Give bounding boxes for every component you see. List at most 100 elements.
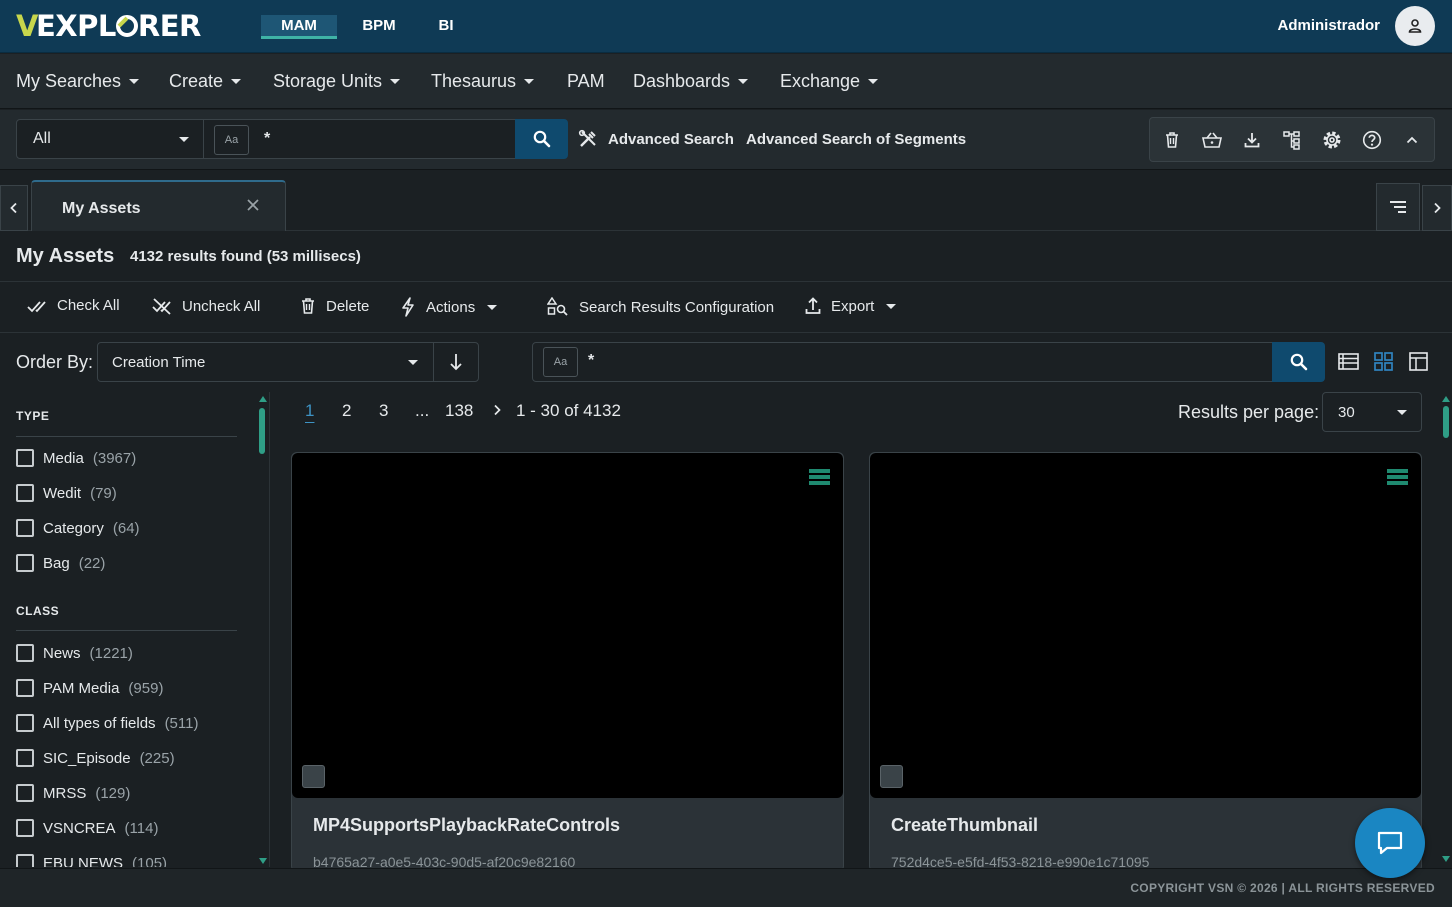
search-scope-value: All xyxy=(33,130,51,147)
search-scope-select[interactable]: All xyxy=(16,119,204,159)
check-all-button[interactable]: Check All xyxy=(27,297,120,314)
caret-down-icon xyxy=(886,303,897,309)
sidebar-scrollbar[interactable] xyxy=(258,394,267,866)
asset-title[interactable]: MP4SupportsPlaybackRateControls xyxy=(313,815,620,836)
arrow-down-icon xyxy=(450,354,462,371)
checkbox[interactable] xyxy=(16,484,34,502)
order-by-select[interactable]: Creation Time xyxy=(97,342,434,382)
asset-title[interactable]: CreateThumbnail xyxy=(891,815,1038,836)
user-name[interactable]: Administrador xyxy=(1277,17,1380,34)
facet-item[interactable]: SIC_Episode (225) xyxy=(16,749,175,767)
uncheck-all-button[interactable]: Uncheck All xyxy=(152,297,260,315)
facet-item[interactable]: News (1221) xyxy=(16,644,133,662)
case-sensitive-toggle[interactable]: Aa xyxy=(543,347,578,377)
facet-item[interactable]: Category (64) xyxy=(16,519,140,537)
hierarchy-icon[interactable] xyxy=(1280,128,1304,152)
checkbox[interactable] xyxy=(16,449,34,467)
page-link-1[interactable]: 1 xyxy=(305,401,314,421)
chevron-up-icon[interactable] xyxy=(1400,128,1424,152)
case-sensitive-toggle[interactable]: Aa xyxy=(214,125,249,155)
delete-button[interactable]: Delete xyxy=(300,297,369,315)
facet-item[interactable]: Media (3967) xyxy=(16,449,136,467)
search-button[interactable] xyxy=(515,119,568,159)
nav-pam[interactable]: PAM xyxy=(567,71,605,92)
advanced-search-segments-link[interactable]: Advanced Search of Segments xyxy=(746,131,966,148)
checkbox[interactable] xyxy=(16,644,34,662)
page-link-3[interactable]: 3 xyxy=(379,401,388,421)
nav-label: Storage Units xyxy=(273,71,383,91)
facet-item[interactable]: MRSS (129) xyxy=(16,784,130,802)
scroll-down-icon[interactable] xyxy=(259,858,267,864)
facet-item[interactable]: PAM Media (959) xyxy=(16,679,163,697)
next-page-icon[interactable] xyxy=(492,404,502,416)
asset-thumbnail[interactable] xyxy=(870,453,1421,798)
asset-thumbnail[interactable] xyxy=(292,453,843,798)
vexplorer-logo[interactable]: V EXPL RER xyxy=(16,9,201,43)
results-per-page-select[interactable]: 30 xyxy=(1322,392,1422,432)
download-icon[interactable] xyxy=(1240,128,1264,152)
chat-button[interactable] xyxy=(1355,808,1425,878)
grid-view-icon[interactable] xyxy=(1372,350,1394,372)
results-scrollbar[interactable] xyxy=(1441,394,1450,866)
delete-label: Delete xyxy=(326,297,370,315)
scrollbar-thumb[interactable] xyxy=(1443,406,1449,438)
tabs-scroll-left[interactable] xyxy=(0,185,28,231)
card-select-checkbox[interactable] xyxy=(880,765,903,788)
facet-count: (1221) xyxy=(89,644,133,662)
page-link-last[interactable]: 138 xyxy=(445,401,473,421)
facet-item[interactable]: All types of fields (511) xyxy=(16,714,198,732)
results-filter-input[interactable]: Aa * xyxy=(532,342,1273,382)
uncheck-all-label: Uncheck All xyxy=(182,297,261,315)
scroll-up-icon[interactable] xyxy=(1442,396,1450,402)
app-tab-bi[interactable]: BI xyxy=(430,15,462,39)
basket-icon[interactable] xyxy=(1200,128,1224,152)
checkbox[interactable] xyxy=(16,679,34,697)
app-tab-mam[interactable]: MAM xyxy=(261,15,337,39)
facet-item[interactable]: Wedit (79) xyxy=(16,484,117,502)
checkbox[interactable] xyxy=(16,819,34,837)
facet-item[interactable]: VSNCREA (114) xyxy=(16,819,158,837)
caret-down-icon xyxy=(129,79,140,84)
facet-count: (105) xyxy=(132,854,168,868)
help-icon[interactable] xyxy=(1360,128,1384,152)
export-dropdown[interactable]: Export xyxy=(805,297,897,315)
checkbox[interactable] xyxy=(16,554,34,572)
tabs-list-button[interactable] xyxy=(1376,183,1420,231)
checkbox[interactable] xyxy=(16,749,34,767)
user-avatar[interactable] xyxy=(1395,6,1435,46)
actions-dropdown[interactable]: Actions xyxy=(400,297,498,317)
nav-create[interactable]: Create xyxy=(169,71,242,92)
tabs-scroll-right[interactable] xyxy=(1422,185,1452,231)
nav-thesaurus[interactable]: Thesaurus xyxy=(431,71,535,92)
tab-my-assets[interactable]: My Assets xyxy=(31,180,286,231)
checkbox[interactable] xyxy=(16,714,34,732)
close-icon[interactable] xyxy=(246,198,260,212)
table-view-icon[interactable] xyxy=(1407,350,1429,372)
list-view-icon[interactable] xyxy=(1337,350,1359,372)
app-tab-bpm[interactable]: BPM xyxy=(352,15,406,39)
sort-direction-button[interactable] xyxy=(433,342,479,382)
checkbox[interactable] xyxy=(16,519,34,537)
scroll-down-icon[interactable] xyxy=(1442,856,1450,862)
scrollbar-thumb[interactable] xyxy=(259,408,265,454)
nav-dashboards[interactable]: Dashboards xyxy=(633,71,749,92)
asset-card[interactable]: CreateThumbnail 752d4ce5-e5fd-4f53-8218-… xyxy=(869,452,1422,872)
trash-icon[interactable] xyxy=(1160,128,1184,152)
asset-card[interactable]: MP4SupportsPlaybackRateControls b4765a27… xyxy=(291,452,844,872)
main-search-input[interactable]: Aa * xyxy=(204,119,516,159)
settings-icon[interactable] xyxy=(1320,128,1344,152)
advanced-search-link[interactable]: Advanced Search xyxy=(578,129,734,149)
facet-item[interactable]: Bag (22) xyxy=(16,554,105,572)
card-select-checkbox[interactable] xyxy=(302,765,325,788)
page-link-2[interactable]: 2 xyxy=(342,401,351,421)
filter-search-button[interactable] xyxy=(1272,342,1325,382)
facet-item[interactable]: EBU NEWS (105) xyxy=(16,854,167,867)
search-results-configuration-button[interactable]: Search Results Configuration xyxy=(547,297,774,317)
nav-exchange[interactable]: Exchange xyxy=(780,71,879,92)
checkbox[interactable] xyxy=(16,854,34,867)
nav-my-searches[interactable]: My Searches xyxy=(16,71,140,92)
nav-storage-units[interactable]: Storage Units xyxy=(273,71,401,92)
checkbox[interactable] xyxy=(16,784,34,802)
tabs-row: My Assets xyxy=(0,171,1452,231)
scroll-up-icon[interactable] xyxy=(259,396,267,402)
